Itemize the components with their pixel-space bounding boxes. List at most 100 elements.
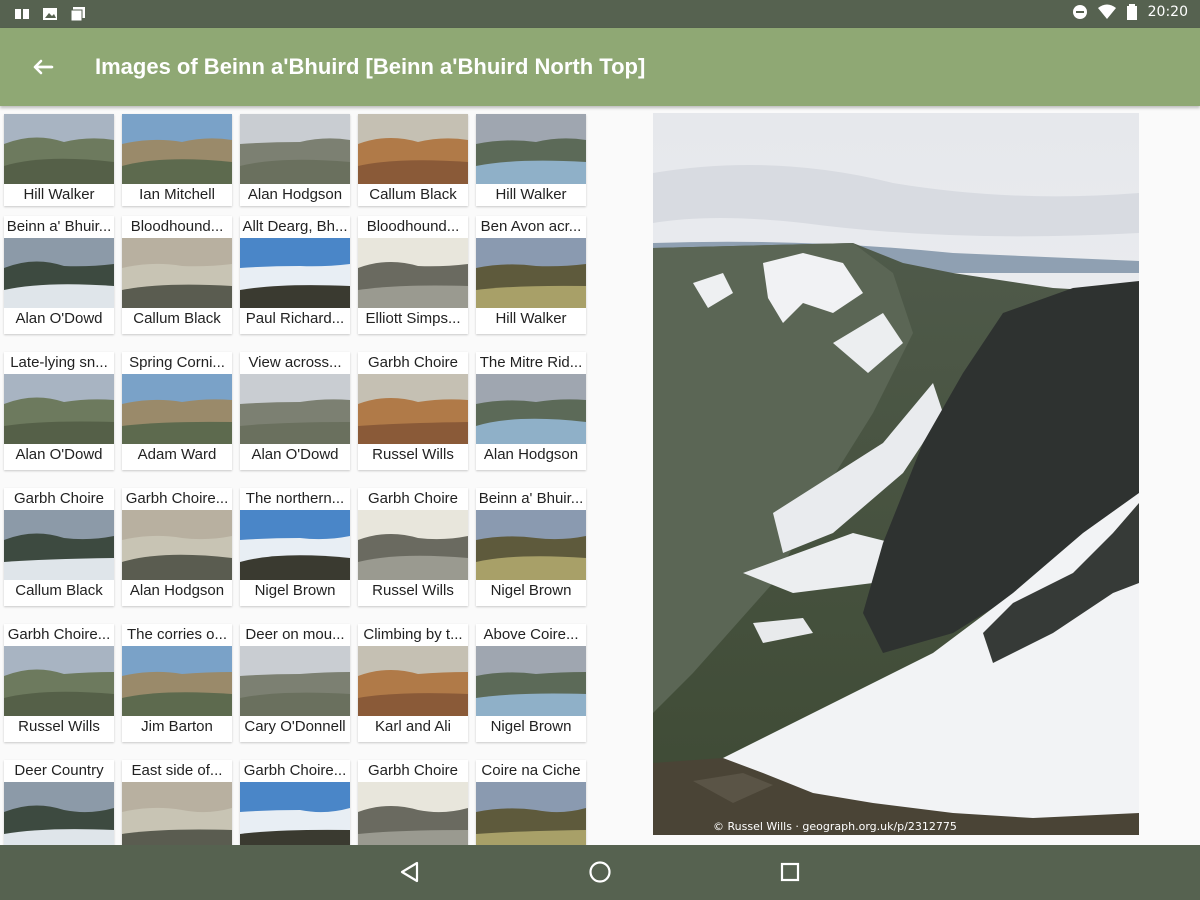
- tile-title: Late-lying sn...: [10, 354, 108, 371]
- tile-author: Alan Hodgson: [129, 582, 225, 599]
- photo-credit: © Russel Wills · geograph.org.uk/p/23127…: [713, 820, 957, 833]
- tile-title: Coire na Ciche: [481, 762, 581, 779]
- tile-title: The corries o...: [126, 626, 228, 643]
- thumbnail-image: [122, 238, 232, 308]
- triangle-back-icon[interactable]: [395, 857, 425, 887]
- image-tile[interactable]: Ian Mitchell: [122, 114, 232, 206]
- thumbnail-image: [476, 782, 586, 845]
- tile-author: Russel Wills: [18, 718, 100, 735]
- circle-home-icon[interactable]: [585, 857, 615, 887]
- tile-author: Cary O'Donnell: [244, 718, 346, 735]
- tile-author: Alan O'Dowd: [15, 310, 103, 327]
- tile-title: Beinn a' Bhuir...: [6, 218, 112, 235]
- tile-author: Adam Ward: [137, 446, 217, 463]
- thumbnail-image: [240, 782, 350, 845]
- tile-author: Jim Barton: [141, 718, 213, 735]
- tile-title: Climbing by t...: [363, 626, 463, 643]
- tile-title: Deer on mou...: [245, 626, 345, 643]
- tile-author: Nigel Brown: [490, 718, 572, 735]
- thumbnail-image: [476, 114, 586, 184]
- thumbnail-image: [122, 510, 232, 580]
- image-tile[interactable]: Bloodhound... Elliott Simps...: [358, 216, 468, 334]
- image-tile[interactable]: View across... Alan O'Dowd: [240, 352, 350, 470]
- tile-title: Bloodhound...: [130, 218, 224, 235]
- thumbnail-image: [358, 782, 468, 845]
- tile-author: Karl and Ali: [375, 718, 451, 735]
- image-tile[interactable]: Deer on mou... Cary O'Donnell: [240, 624, 350, 742]
- image-tile[interactable]: Allt Dearg, Bh... Paul Richard...: [240, 216, 350, 334]
- app-bar: Images of Beinn a'Bhuird [Beinn a'Bhuird…: [0, 28, 1200, 106]
- image-notification-icon: [43, 8, 57, 20]
- image-tile[interactable]: The corries o... Jim Barton: [122, 624, 232, 742]
- image-tile[interactable]: Garbh Choire... Alan Hodgson: [122, 488, 232, 606]
- image-tile[interactable]: The Mitre Rid... Alan Hodgson: [476, 352, 586, 470]
- thumbnail-image: [122, 374, 232, 444]
- do-not-disturb-icon: [1072, 5, 1087, 19]
- square-recents-icon[interactable]: [775, 857, 805, 887]
- image-tile[interactable]: Garbh Choire... Russel Wills: [4, 624, 114, 742]
- image-tile[interactable]: Garbh Choire Russel Wills: [358, 488, 468, 606]
- image-grid[interactable]: Hill Walker Ian Mitchell Alan Hodgson Callu…: [0, 110, 600, 845]
- image-tile[interactable]: Beinn a' Bhuir... Alan O'Dowd: [4, 216, 114, 334]
- thumbnail-image: [240, 510, 350, 580]
- tile-title: Spring Corni...: [129, 354, 225, 371]
- tile-title: Garbh Choire...: [7, 626, 111, 643]
- image-tile[interactable]: East side of...: [122, 760, 232, 845]
- status-bar: 20:20: [0, 0, 1200, 28]
- thumbnail-image: [4, 646, 114, 716]
- mountain-photo-image: [653, 113, 1139, 835]
- thumbnail-image: [240, 646, 350, 716]
- navigation-bar: [0, 845, 1200, 900]
- image-tile[interactable]: Bloodhound... Callum Black: [122, 216, 232, 334]
- wifi-icon: [1097, 4, 1116, 19]
- tile-title: Garbh Choire: [367, 762, 459, 779]
- image-tile[interactable]: Hill Walker: [4, 114, 114, 206]
- tile-author: Paul Richard...: [245, 310, 345, 327]
- thumbnail-image: [358, 238, 468, 308]
- selected-photo[interactable]: © Russel Wills · geograph.org.uk/p/23127…: [653, 113, 1139, 835]
- image-tile[interactable]: Climbing by t... Karl and Ali: [358, 624, 468, 742]
- tile-title: East side of...: [131, 762, 223, 779]
- tile-author: Alan Hodgson: [483, 446, 579, 463]
- tile-author: Callum Black: [133, 310, 221, 327]
- page-title: Images of Beinn a'Bhuird [Beinn a'Bhuird…: [95, 54, 646, 79]
- image-tile[interactable]: Deer Country: [4, 760, 114, 845]
- thumbnail-image: [358, 114, 468, 184]
- tile-author: Ian Mitchell: [139, 186, 215, 203]
- tile-author: Nigel Brown: [254, 582, 336, 599]
- tile-title: View across...: [248, 354, 342, 371]
- tile-title: Garbh Choire...: [125, 490, 229, 507]
- tile-title: Allt Dearg, Bh...: [242, 218, 348, 235]
- image-tile[interactable]: Garbh Choire Russel Wills: [358, 352, 468, 470]
- image-tile[interactable]: Hill Walker: [476, 114, 586, 206]
- tile-author: Hill Walker: [23, 186, 95, 203]
- image-tile[interactable]: Garbh Choire...: [240, 760, 350, 845]
- image-tile[interactable]: Above Coire... Nigel Brown: [476, 624, 586, 742]
- tile-author: Alan Hodgson: [247, 186, 343, 203]
- tile-author: Hill Walker: [495, 186, 567, 203]
- thumbnail-image: [240, 114, 350, 184]
- image-tile[interactable]: Alan Hodgson: [240, 114, 350, 206]
- tile-author: Elliott Simps...: [365, 310, 461, 327]
- tile-title: Deer Country: [14, 762, 104, 779]
- image-tile[interactable]: Callum Black: [358, 114, 468, 206]
- thumbnail-image: [4, 374, 114, 444]
- arrow-left-icon[interactable]: [26, 52, 58, 84]
- image-tile[interactable]: Garbh Choire: [358, 760, 468, 845]
- thumbnail-image: [4, 238, 114, 308]
- image-tile[interactable]: Coire na Ciche: [476, 760, 586, 845]
- tile-author: Alan O'Dowd: [251, 446, 339, 463]
- tile-author: Hill Walker: [495, 310, 567, 327]
- tile-title: Beinn a' Bhuir...: [478, 490, 584, 507]
- tile-title: The northern...: [245, 490, 345, 507]
- image-tile[interactable]: Garbh Choire Callum Black: [4, 488, 114, 606]
- tile-title: Garbh Choire: [367, 490, 459, 507]
- tile-title: Garbh Choire: [367, 354, 459, 371]
- image-tile[interactable]: Late-lying sn... Alan O'Dowd: [4, 352, 114, 470]
- image-tile[interactable]: Ben Avon acr... Hill Walker: [476, 216, 586, 334]
- image-tile[interactable]: Spring Corni... Adam Ward: [122, 352, 232, 470]
- tile-author: Callum Black: [15, 582, 103, 599]
- thumbnail-image: [122, 782, 232, 845]
- image-tile[interactable]: The northern... Nigel Brown: [240, 488, 350, 606]
- image-tile[interactable]: Beinn a' Bhuir... Nigel Brown: [476, 488, 586, 606]
